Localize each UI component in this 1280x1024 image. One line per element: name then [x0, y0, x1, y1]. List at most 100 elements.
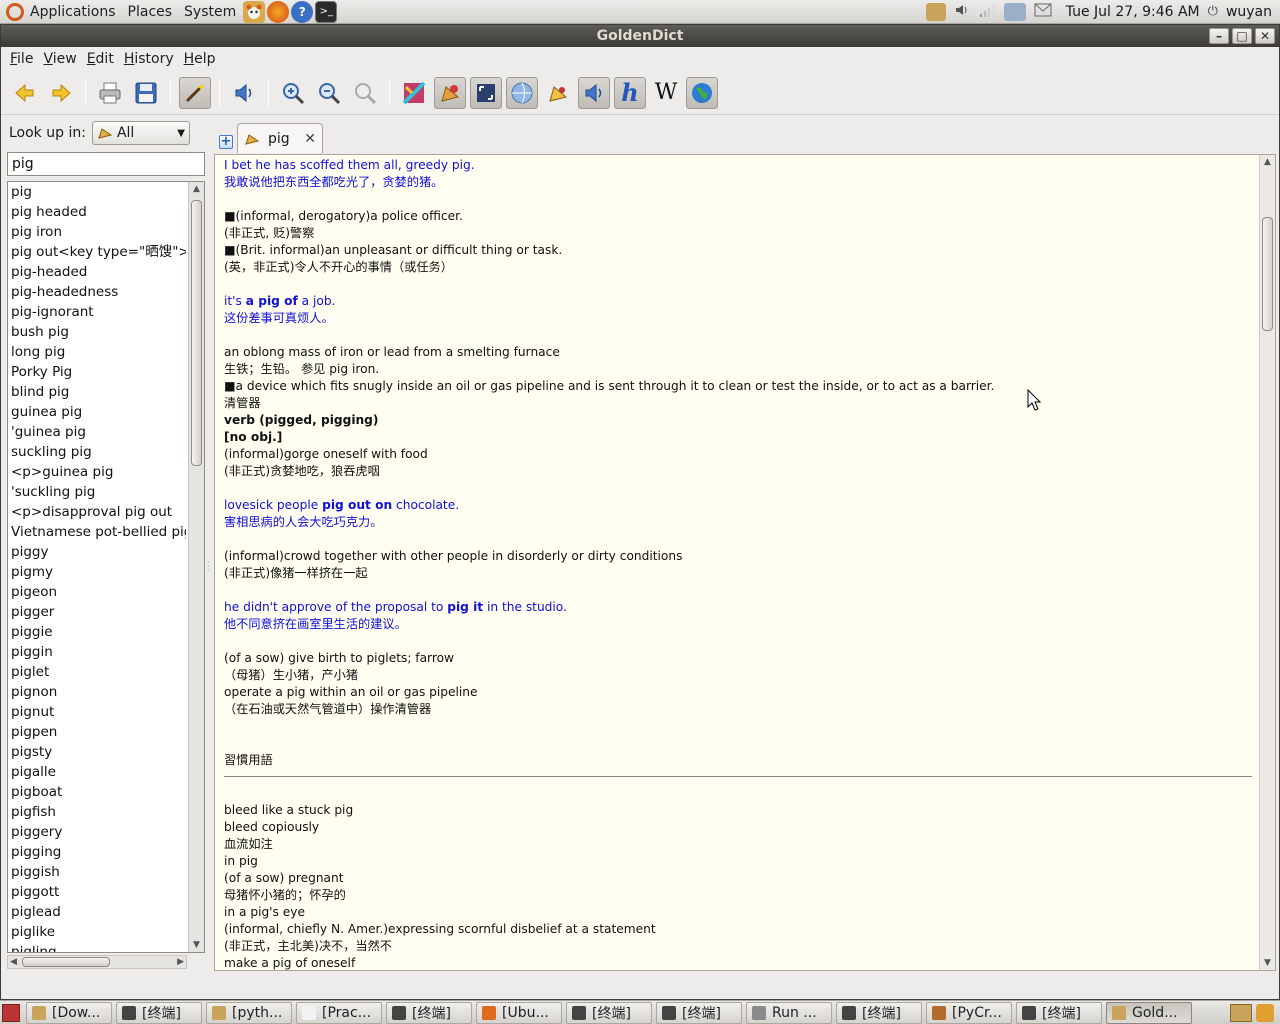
close-tab-icon[interactable]: ✕ [304, 131, 316, 147]
forward-button[interactable] [45, 77, 77, 109]
word-list-item[interactable]: blind pig [8, 382, 186, 402]
applications-menu[interactable]: Applications [0, 0, 122, 24]
close-window-button[interactable]: ✕ [1255, 28, 1275, 44]
menu-history[interactable]: History [119, 51, 179, 67]
dictionary-4-button[interactable] [506, 76, 538, 109]
word-list-item[interactable]: pigsty [8, 742, 186, 762]
web-dictionary-button[interactable] [686, 76, 718, 109]
minimize-button[interactable]: – [1209, 28, 1229, 44]
dictionary-1-button[interactable] [398, 77, 430, 109]
tab-pig[interactable]: pig ✕ [237, 123, 323, 153]
word-list-item[interactable]: pigling [8, 942, 186, 952]
menu-help[interactable]: Help [179, 51, 221, 67]
word-list-item[interactable]: Vietnamese pot-bellied pig [8, 522, 186, 542]
word-list-item[interactable]: long pig [8, 342, 186, 362]
menu-file[interactable]: File [5, 51, 38, 67]
back-button[interactable] [9, 77, 41, 109]
word-list-item[interactable]: 'suckling pig [8, 482, 186, 502]
word-list-item[interactable]: pigger [8, 602, 186, 622]
word-list-item[interactable]: pig-headed [8, 262, 186, 282]
word-list-scroll-thumb[interactable] [191, 200, 202, 466]
taskbar-button[interactable]: Run ... [746, 1001, 832, 1024]
scroll-left-arrow-icon[interactable]: ◀ [10, 957, 17, 967]
volume-icon[interactable] [954, 2, 970, 22]
taskbar-button[interactable]: [Prac... [296, 1001, 382, 1024]
word-list-item[interactable]: pigfish [8, 802, 186, 822]
scroll-right-arrow-icon[interactable]: ▶ [177, 957, 184, 967]
word-list-scrollbar[interactable]: ▲ ▼ [188, 182, 204, 952]
word-list-item[interactable]: pignon [8, 682, 186, 702]
menu-view[interactable]: View [38, 51, 81, 67]
taskbar-button[interactable]: [PyCr... [926, 1001, 1012, 1024]
word-list-item[interactable]: piggott [8, 882, 186, 902]
menu-edit[interactable]: Edit [82, 51, 119, 67]
taskbar-button[interactable]: [终端] [836, 1001, 922, 1024]
scan-popup-button[interactable] [179, 76, 211, 109]
word-list-item[interactable]: bush pig [8, 322, 186, 342]
dictionary-7-button[interactable]: h [614, 76, 646, 109]
word-list-item[interactable]: pigalle [8, 762, 186, 782]
taskbar-button[interactable]: [终端] [566, 1001, 652, 1024]
print-button[interactable] [94, 77, 126, 109]
search-input[interactable] [7, 152, 205, 176]
word-list-item[interactable]: piggish [8, 862, 186, 882]
word-list-item[interactable]: <p>guinea pig [8, 462, 186, 482]
word-list-item[interactable]: piggy [8, 542, 186, 562]
mail-icon[interactable] [1034, 3, 1052, 21]
word-list-item[interactable]: piglead [8, 902, 186, 922]
scroll-down-arrow-icon[interactable]: ▼ [193, 940, 200, 950]
dictionary-2-button[interactable] [434, 76, 466, 109]
scroll-up-arrow-icon[interactable]: ▲ [193, 184, 200, 194]
word-list-item[interactable]: pigging [8, 842, 186, 862]
pronounce-button[interactable] [228, 77, 260, 109]
word-list-item[interactable]: piggie [8, 622, 186, 642]
word-list-item[interactable]: guinea pig [8, 402, 186, 422]
word-list-item[interactable]: <p>disapproval pig out [8, 502, 186, 522]
taskbar-button[interactable]: [终端] [116, 1001, 202, 1024]
dictionary-tray-icon[interactable] [925, 2, 946, 21]
word-list-item[interactable]: piggin [8, 642, 186, 662]
terminal-icon[interactable]: >_ [315, 0, 338, 23]
connection-icon[interactable] [1003, 2, 1026, 21]
zoom-in-button[interactable] [277, 77, 309, 109]
word-list-hscroll-thumb[interactable] [22, 957, 110, 967]
taskbar-button[interactable]: [终端] [386, 1001, 472, 1024]
new-tab-button[interactable]: + [219, 135, 233, 149]
word-list-item[interactable]: pig headed [8, 202, 186, 222]
word-list-item[interactable]: pig iron [8, 222, 186, 242]
network-icon[interactable] [978, 2, 996, 22]
word-list-item[interactable]: Porky Pig [8, 362, 186, 382]
word-list-item[interactable]: piglet [8, 662, 186, 682]
word-list-item[interactable]: piggery [8, 822, 186, 842]
article-view[interactable]: I bet he has scoffed them all, greedy pi… [214, 154, 1276, 971]
word-list-horizontal-scrollbar[interactable]: ◀ ▶ [7, 955, 187, 969]
user-name[interactable]: wuyan [1226, 4, 1272, 20]
dictionary-applet-icon[interactable] [1230, 1003, 1252, 1022]
zoom-out-button[interactable] [313, 77, 345, 109]
taskbar-button[interactable]: [Dow... [26, 1001, 112, 1024]
places-menu[interactable]: Places [122, 0, 179, 24]
word-list-item[interactable]: pigboat [8, 782, 186, 802]
dictionary-5-button[interactable] [542, 77, 574, 109]
save-button[interactable] [130, 77, 162, 109]
trash-icon[interactable] [1256, 1003, 1274, 1022]
help-icon[interactable]: ? [291, 0, 314, 23]
scroll-down-arrow-icon[interactable]: ▼ [1264, 958, 1271, 968]
dictionary-group-select[interactable]: All ▼ [91, 121, 190, 145]
word-list-item[interactable]: pigmy [8, 562, 186, 582]
word-list-item[interactable]: pig-headedness [8, 282, 186, 302]
taskbar-button[interactable]: [终端] [656, 1001, 742, 1024]
system-menu[interactable]: System [178, 0, 242, 24]
show-desktop-icon[interactable] [2, 1003, 20, 1022]
article-scroll-thumb[interactable] [1262, 217, 1273, 331]
word-list-item[interactable]: suckling pig [8, 442, 186, 462]
article-scrollbar[interactable]: ▲ ▼ [1259, 155, 1275, 970]
taskbar-button[interactable]: [Ubu... [476, 1001, 562, 1024]
power-icon[interactable]: ⏻ [1208, 4, 1218, 19]
zoom-reset-button[interactable] [349, 77, 381, 109]
pane-splitter[interactable]: · · · [207, 559, 211, 575]
word-list-item[interactable]: pig out<key type="晒馊"> [8, 242, 186, 262]
taskbar-button[interactable]: Gold... [1106, 1001, 1192, 1024]
dictionary-3-button[interactable] [470, 76, 502, 109]
firefox-icon[interactable] [267, 0, 290, 23]
